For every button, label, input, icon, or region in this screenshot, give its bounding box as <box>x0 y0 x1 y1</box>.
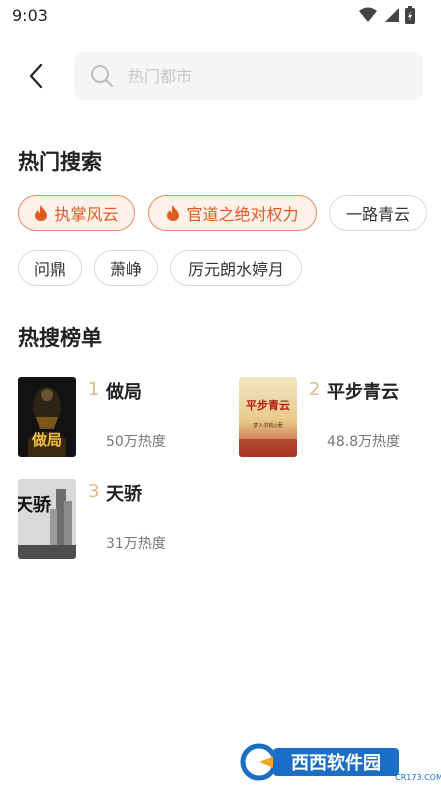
chip-label: 厉元朗水婷月 <box>187 260 284 279</box>
watermark-sub: CR173.COM <box>395 773 441 782</box>
rank-item-3[interactable]: 天骄 3 天骄 31万热度 <box>18 479 228 563</box>
cover-title: 天骄 <box>18 495 52 516</box>
book-title: 做局 <box>106 382 142 403</box>
chip-label: 萧峥 <box>109 260 142 279</box>
hot-chip-4[interactable]: 问鼎 <box>18 250 82 286</box>
status-icons <box>359 6 415 24</box>
rank-number: 3 <box>88 481 100 502</box>
ranking-title: 热搜榜单 <box>18 326 102 350</box>
hot-search-title: 热门搜索 <box>18 150 102 174</box>
rank-number: 2 <box>309 379 321 400</box>
status-time: 9:03 <box>12 6 48 25</box>
wifi-icon <box>359 7 377 22</box>
cover-title: 平步青云 <box>246 398 290 412</box>
cover-title: 做局 <box>31 431 62 449</box>
chevron-left-icon <box>29 63 43 89</box>
status-bar: 9:03 <box>0 0 441 32</box>
chip-label: 问鼎 <box>33 260 66 279</box>
book-cover: 天骄 <box>18 479 76 559</box>
cover-author: 梦入洪荒◎著 <box>253 422 282 429</box>
watermark-logo: 西西软件园 CR173.COM <box>237 740 441 784</box>
book-cover: 平步青云 梦入洪荒◎著 <box>239 377 297 457</box>
hot-chip-5[interactable]: 萧峥 <box>94 250 158 286</box>
back-button[interactable] <box>20 60 52 92</box>
rank-item-2[interactable]: 平步青云 梦入洪荒◎著 2 平步青云 48.8万热度 <box>239 377 441 461</box>
search-box[interactable] <box>74 52 423 100</box>
hot-chip-6[interactable]: 厉元朗水婷月 <box>170 250 302 286</box>
chip-label: 一路青云 <box>345 205 410 224</box>
hot-chip-1[interactable]: 执掌风云 <box>18 195 135 231</box>
flame-icon <box>35 205 48 221</box>
battery-icon <box>405 6 415 24</box>
chip-label: 执掌风云 <box>54 205 119 224</box>
search-icon <box>91 65 114 88</box>
book-cover: 做局 <box>18 377 76 457</box>
rank-number: 1 <box>88 379 100 400</box>
book-title: 平步青云 <box>327 382 399 403</box>
watermark-text: 西西软件园 <box>291 752 381 774</box>
search-input[interactable] <box>126 65 380 87</box>
chip-label: 官道之绝对权力 <box>186 205 299 224</box>
hot-chip-3[interactable]: 一路青云 <box>329 195 427 231</box>
hot-chip-2[interactable]: 官道之绝对权力 <box>148 195 317 231</box>
signal-icon <box>385 8 399 22</box>
rank-item-1[interactable]: 做局 1 做局 50万热度 <box>18 377 228 461</box>
flame-icon <box>167 205 180 221</box>
heat-count: 31万热度 <box>106 536 166 552</box>
book-title: 天骄 <box>106 484 142 505</box>
heat-count: 50万热度 <box>106 434 166 450</box>
heat-count: 48.8万热度 <box>327 434 401 450</box>
